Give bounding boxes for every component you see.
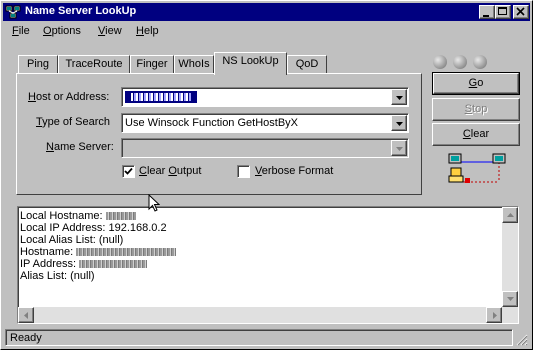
search-type-value: Use Winsock Function GetHostByX [125, 117, 299, 129]
scroll-up-button[interactable] [502, 207, 518, 223]
stop-button[interactable]: Stop [432, 98, 520, 121]
network-app-icon [5, 5, 21, 19]
minimize-icon [483, 15, 489, 17]
arrow-left-icon [24, 312, 28, 319]
output-textarea[interactable]: Local Hostname: Local IP Address: 192.16… [17, 206, 519, 324]
clear-output-checkbox[interactable] [122, 165, 135, 178]
horizontal-scrollbar[interactable] [18, 307, 502, 323]
host-combobox[interactable] [121, 87, 409, 107]
scroll-down-button[interactable] [502, 291, 518, 307]
mouse-pointer-icon [148, 194, 160, 212]
tab-finger[interactable]: Finger [130, 55, 174, 74]
host-selection [125, 91, 197, 103]
maximize-icon [498, 7, 507, 15]
close-button[interactable] [513, 5, 529, 19]
chevron-down-icon [396, 122, 403, 126]
vertical-scrollbar[interactable] [502, 207, 518, 323]
host-label: Host or Address: [28, 91, 110, 103]
scroll-right-button[interactable] [486, 307, 502, 323]
arrow-up-icon [507, 213, 514, 217]
output-line: IP Address: [20, 258, 176, 270]
menu-file[interactable]: File [12, 25, 30, 37]
status-bar: Ready [3, 329, 530, 347]
output-line: Hostname: [20, 246, 177, 258]
main-window: Name Server LookUp File Options View Hel… [0, 0, 533, 350]
tab-ns-lookup[interactable]: NS LookUp [214, 52, 287, 75]
go-button[interactable]: Go [432, 72, 520, 95]
name-server-label: Name Server: [46, 141, 114, 153]
close-icon [516, 7, 525, 16]
tab-ping[interactable]: Ping [18, 55, 58, 74]
network-computers-icon [448, 153, 506, 183]
status-text: Ready [10, 332, 42, 344]
chevron-down-icon [396, 96, 403, 100]
menu-help[interactable]: Help [136, 25, 159, 37]
status-light-1 [433, 55, 447, 69]
clear-button[interactable]: Clear [432, 123, 520, 146]
type-label: Type of Search [36, 116, 110, 128]
menu-options[interactable]: Options [43, 25, 81, 37]
output-line: Local IP Address: 192.168.0.2 [20, 222, 167, 234]
arrow-right-icon [493, 312, 497, 319]
search-type-select[interactable]: Use Winsock Function GetHostByX [121, 113, 409, 133]
tab-qod[interactable]: QoD [287, 55, 327, 74]
status-pane: Ready [5, 329, 513, 346]
chevron-down-icon [396, 147, 403, 151]
title-bar[interactable]: Name Server LookUp [3, 3, 530, 21]
search-type-dropdown-button[interactable] [391, 115, 407, 131]
minimize-button[interactable] [479, 5, 495, 19]
clear-output-label[interactable]: Clear Output [139, 165, 201, 177]
ns-lookup-panel: Host or Address: Type of Search Use Wins… [16, 73, 422, 195]
name-server-combobox[interactable] [121, 138, 409, 158]
verbose-format-label[interactable]: Verbose Format [255, 165, 333, 177]
name-server-dropdown-button[interactable] [391, 140, 407, 156]
tab-traceroute[interactable]: TraceRoute [58, 55, 130, 74]
window-title: Name Server LookUp [25, 5, 137, 17]
scroll-left-button[interactable] [18, 307, 34, 323]
output-lines: Local Hostname: Local IP Address: 192.16… [20, 210, 177, 282]
tab-whois[interactable]: WhoIs [174, 55, 214, 74]
maximize-button[interactable] [495, 5, 511, 19]
output-line: Local Alias List: (null) [20, 234, 124, 246]
output-line: Alias List: (null) [20, 270, 95, 282]
verbose-format-checkbox[interactable] [237, 165, 250, 178]
host-dropdown-button[interactable] [391, 89, 407, 105]
status-light-3 [473, 55, 487, 69]
status-light-2 [453, 55, 467, 69]
arrow-down-icon [507, 297, 514, 301]
menu-view[interactable]: View [98, 25, 122, 37]
checkmark-icon [124, 167, 133, 175]
resize-grip-icon[interactable] [515, 333, 528, 346]
